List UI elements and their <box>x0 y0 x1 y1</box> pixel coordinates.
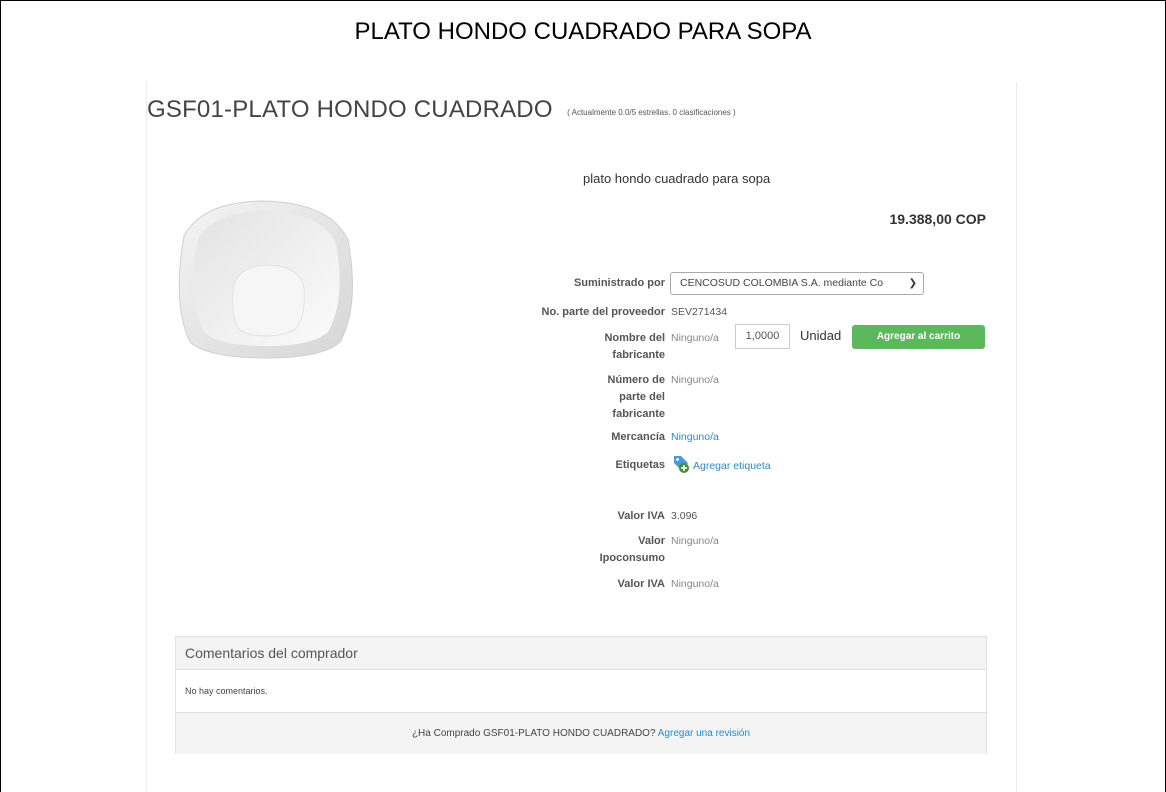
document-title: PLATO HONDO CUADRADO PARA SOPA <box>354 18 812 45</box>
ipoconsumo-value: Ninguno/a <box>671 535 719 547</box>
product-price: 19.388,00 COP <box>889 211 986 227</box>
supplier-label: Suministrado por <box>573 277 665 289</box>
manufacturer-label: Nombre del fabricante <box>604 332 665 361</box>
ipoconsumo-label: Valor Ipoconsumo <box>599 535 665 564</box>
supplier-select-value: CENCOSUD COLOMBIA S.A. mediante Co <box>680 277 884 289</box>
comments-heading: Comentarios del comprador <box>176 637 986 670</box>
manufacturer-part-value: Ninguno/a <box>671 374 719 386</box>
manufacturer-value: Ninguno/a <box>671 332 719 344</box>
supplier-part-value: SEV271434 <box>671 306 728 318</box>
unit-label: Unidad <box>800 328 842 343</box>
iva2-value: Ninguno/a <box>671 578 719 590</box>
commodity-label: Mercancía <box>611 431 665 443</box>
iva2-label: Valor IVA <box>617 578 665 590</box>
tags-label: Etiquetas <box>615 459 665 471</box>
add-tag-link[interactable]: Agregar etiqueta <box>693 458 771 475</box>
manufacturer-part-label: Número de parte del fabricante <box>607 374 665 420</box>
supplier-part-label: No. parte del proveedor <box>541 306 665 318</box>
iva-value: 3.096 <box>671 510 698 522</box>
add-review-link[interactable]: Agregar una revisión <box>658 728 750 739</box>
product-image <box>178 200 353 359</box>
rating-summary: ( Actualmente 0.0/5 estrellas. 0 clasifi… <box>567 108 736 118</box>
quantity-input[interactable]: 1,0000 <box>735 324 790 349</box>
review-question: ¿Ha Comprado GSF01-PLATO HONDO CUADRADO? <box>411 728 656 739</box>
product-description: plato hondo cuadrado para sopa <box>583 171 771 186</box>
chevron-down-icon: ❯ <box>908 278 917 289</box>
add-tag-icon[interactable] <box>671 454 691 474</box>
product-title: GSF01-PLATO HONDO CUADRADO <box>147 96 553 123</box>
product-heading: GSF01-PLATO HONDO CUADRADO ( Actualmente… <box>147 96 736 124</box>
product-panel: GSF01-PLATO HONDO CUADRADO ( Actualmente… <box>146 82 1017 792</box>
iva-label: Valor IVA <box>617 510 665 522</box>
add-to-cart-button[interactable]: Agregar al carrito <box>852 325 985 349</box>
commodity-link[interactable]: Ninguno/a <box>671 429 719 446</box>
review-prompt: ¿Ha Comprado GSF01-PLATO HONDO CUADRADO?… <box>176 713 986 754</box>
comments-empty-text: No hay comentarios. <box>176 670 986 713</box>
buyer-comments-box: Comentarios del comprador No hay comenta… <box>175 636 987 754</box>
supplier-select[interactable]: CENCOSUD COLOMBIA S.A. mediante Co ❯ <box>670 272 924 295</box>
